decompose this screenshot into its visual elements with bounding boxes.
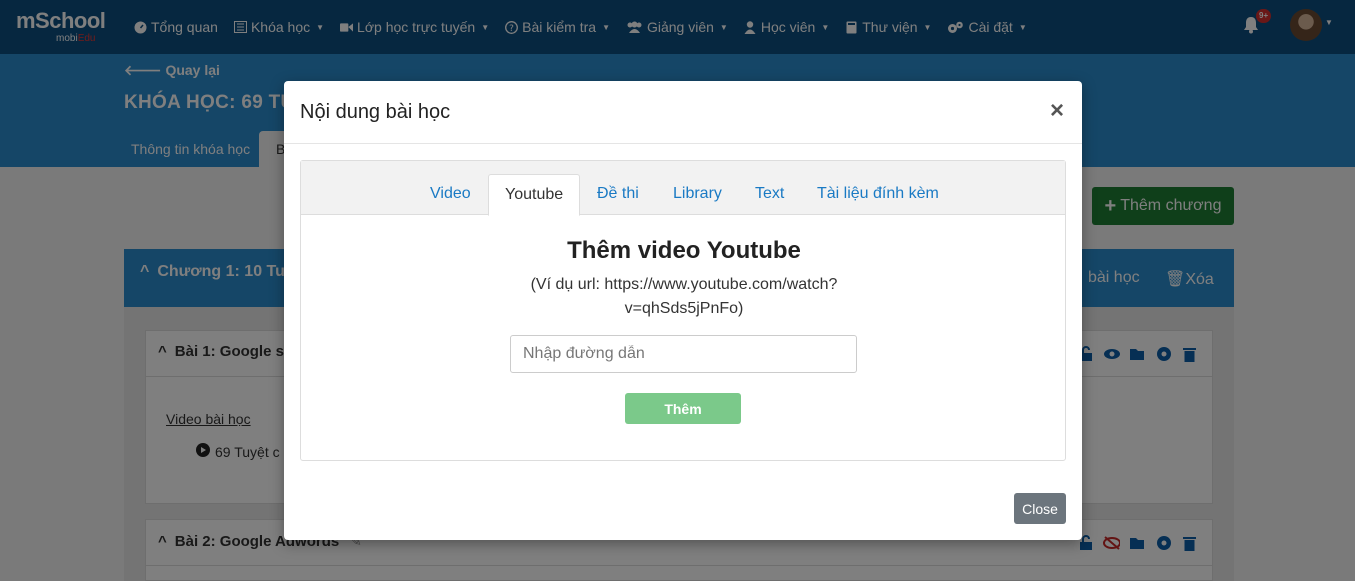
content-tabs: Video Youtube Đề thi Library Text Tài li… <box>301 161 1065 216</box>
modal-title: Nội dung bài học <box>300 101 451 123</box>
tab-video[interactable]: Video <box>430 174 471 216</box>
tab-de-thi[interactable]: Đề thi <box>597 174 639 216</box>
close-button[interactable]: Close <box>1014 493 1066 524</box>
modal-header: Nội dung bài học × <box>284 81 1082 144</box>
lesson-content-modal: Nội dung bài học × Video Youtube Đề thi … <box>284 81 1082 540</box>
close-icon[interactable]: × <box>1050 99 1064 123</box>
youtube-heading: Thêm video Youtube <box>567 237 801 264</box>
tab-youtube[interactable]: Youtube <box>488 174 581 216</box>
tab-attachments[interactable]: Tài liệu đính kèm <box>817 174 939 216</box>
youtube-url-hint: (Ví dụ url: https://www.youtube.com/watc… <box>530 276 838 317</box>
tab-library[interactable]: Library <box>673 174 722 216</box>
add-youtube-button[interactable]: Thêm <box>625 393 741 424</box>
content-panel: Video Youtube Đề thi Library Text Tài li… <box>300 160 1066 461</box>
tab-text[interactable]: Text <box>755 174 784 216</box>
youtube-url-input[interactable] <box>510 335 857 373</box>
